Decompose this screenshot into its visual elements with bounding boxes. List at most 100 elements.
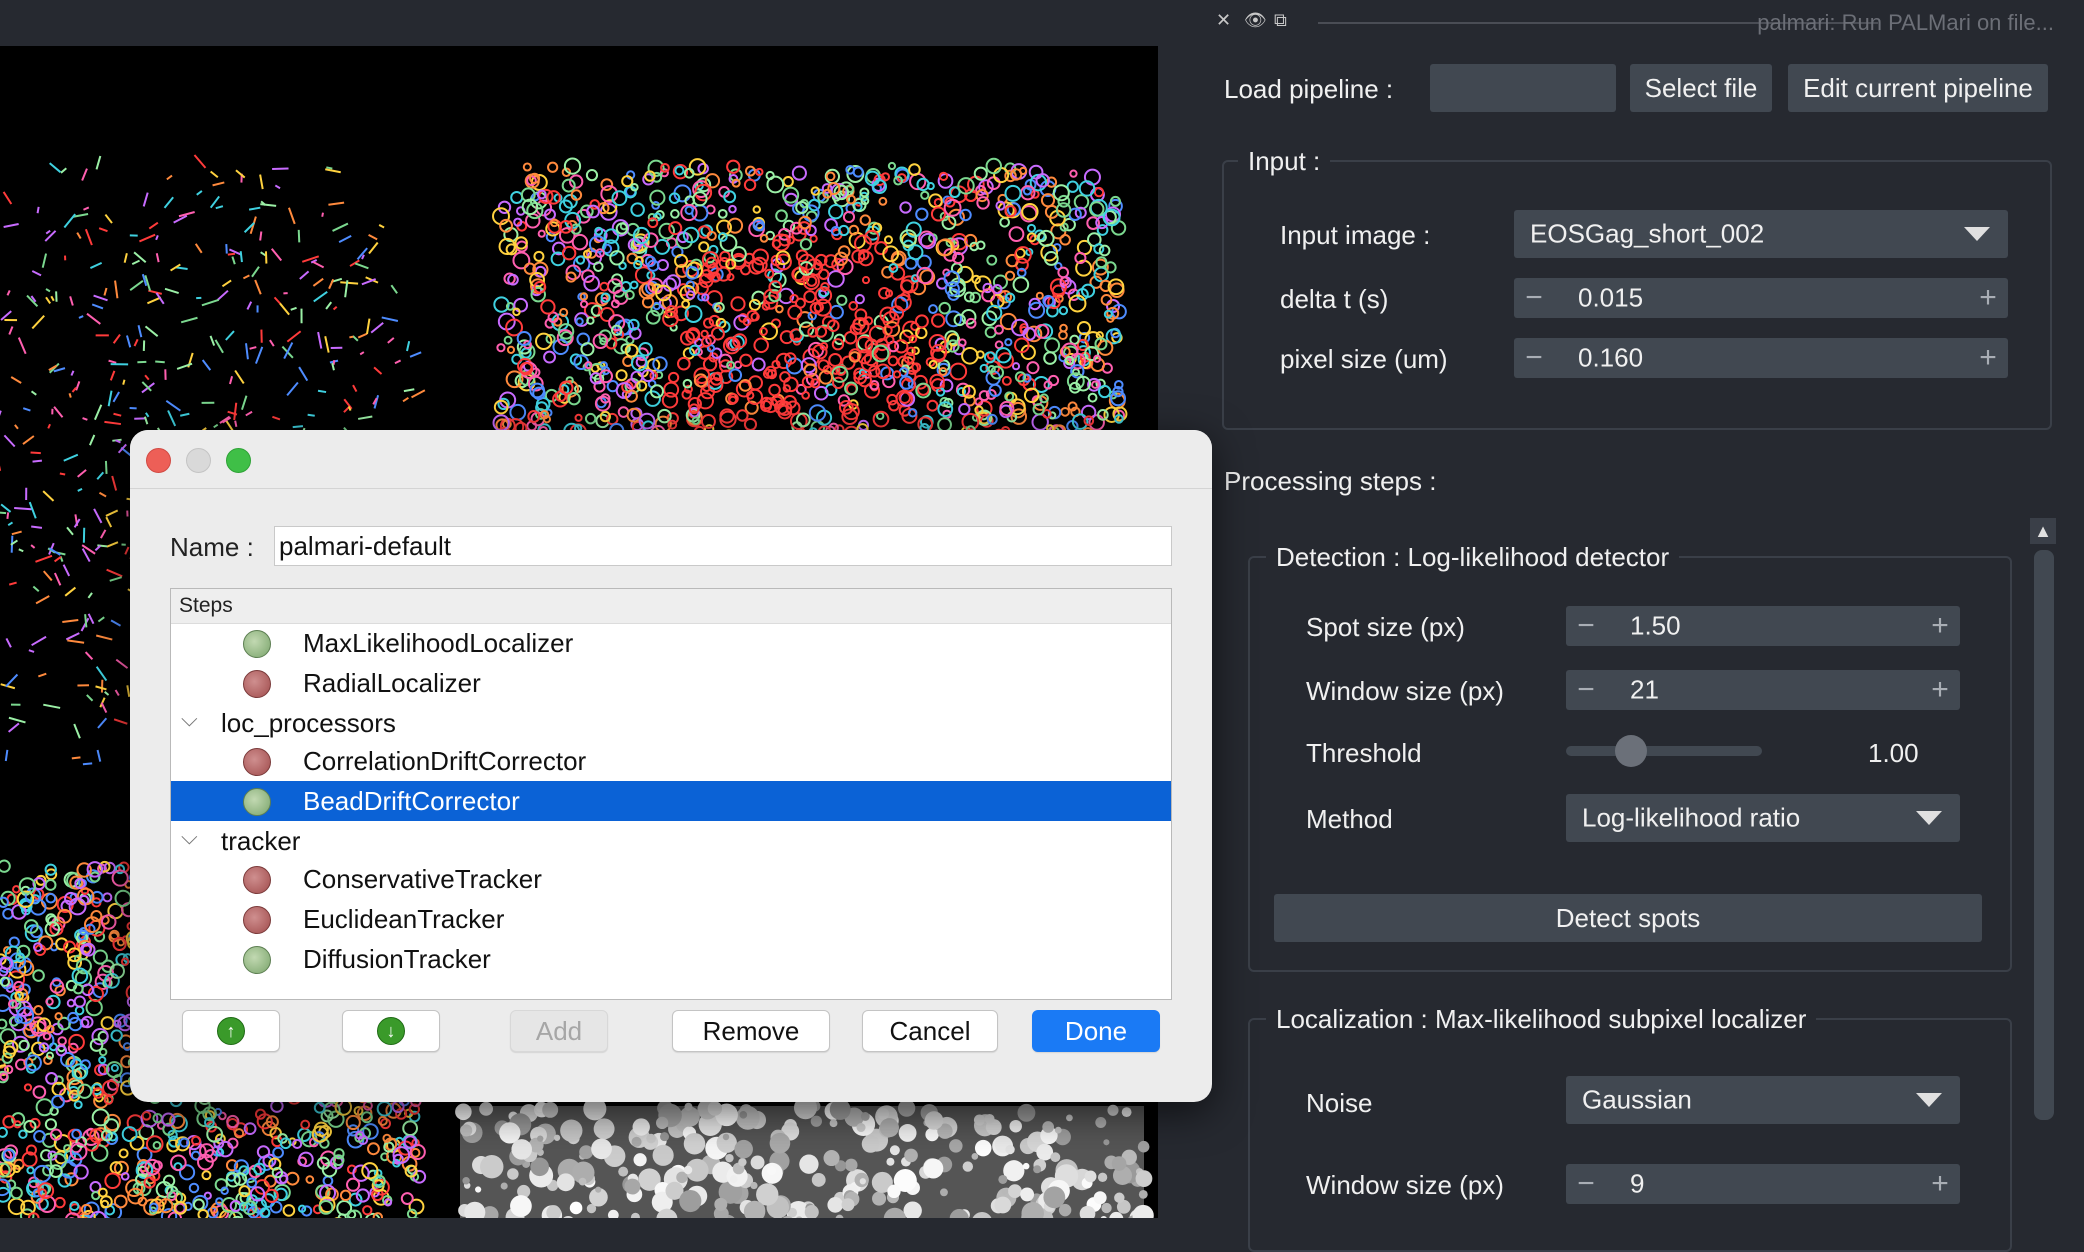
minus-icon[interactable]: − [1566, 1164, 1606, 1204]
localization-marker [94, 950, 107, 963]
raw-spot [460, 1124, 472, 1136]
add-button[interactable]: Add [510, 1010, 608, 1052]
edit-pipeline-button[interactable]: Edit current pipeline [1788, 64, 2048, 112]
remove-button[interactable]: Remove [672, 1010, 830, 1052]
plus-icon[interactable]: + [1968, 278, 2008, 318]
raw-spot [656, 1117, 668, 1129]
track-segment [92, 304, 103, 308]
raw-spot [595, 1187, 601, 1193]
select-file-button[interactable]: Select file [1630, 64, 1772, 112]
float-icon[interactable]: ⧉ [1274, 10, 1287, 31]
track-segment [106, 517, 111, 527]
track-segment [155, 361, 165, 362]
track-segment [61, 168, 66, 173]
done-button[interactable]: Done [1032, 1010, 1160, 1052]
localization-marker [10, 937, 19, 946]
scroll-thumb[interactable] [2034, 550, 2054, 1120]
pipeline-path-field[interactable] [1430, 64, 1616, 112]
eye-icon[interactable]: 👁 [1244, 10, 1267, 31]
localization-marker [527, 203, 542, 218]
delta-t-value: 0.015 [1578, 283, 1643, 314]
tree-step-row[interactable]: CorrelationDriftCorrector [171, 741, 1171, 781]
localization-marker [745, 180, 755, 190]
chevron-down-icon[interactable]: ⌵ [181, 824, 198, 850]
close-icon[interactable]: ✕ [1216, 10, 1231, 31]
localization-marker [929, 305, 937, 313]
raw-spot [570, 1202, 583, 1215]
localization-marker [659, 224, 674, 239]
move-up-button[interactable]: ↑ [182, 1010, 280, 1052]
pipeline-name-input[interactable]: palmari-default [274, 526, 1172, 566]
loc-window-size-spinbox[interactable]: − 9 + [1566, 1164, 1960, 1204]
tree-step-label: BeadDriftCorrector [303, 786, 520, 817]
cancel-button[interactable]: Cancel [862, 1010, 998, 1052]
chevron-down-icon[interactable]: ⌵ [181, 706, 198, 732]
track-segment [65, 588, 75, 596]
localization-marker [273, 1148, 283, 1158]
minus-icon[interactable]: − [1566, 606, 1606, 646]
raw-spot [925, 1111, 943, 1129]
localization-marker [909, 164, 920, 175]
track-segment [329, 279, 333, 288]
plus-icon[interactable]: + [1968, 338, 2008, 378]
slider-handle[interactable] [1615, 735, 1647, 767]
track-segment [374, 367, 381, 374]
localization-marker [584, 276, 599, 291]
track-segment [127, 685, 129, 696]
track-segment [1, 504, 10, 512]
threshold-slider[interactable] [1566, 744, 1762, 758]
localization-marker [341, 1191, 350, 1200]
localization-marker [876, 365, 890, 379]
close-window-button[interactable] [146, 448, 171, 473]
input-group-title: Input : [1238, 146, 1330, 177]
raw-spot [1008, 1184, 1022, 1198]
track-segment [275, 297, 280, 303]
noise-combobox[interactable]: Gaussian [1566, 1076, 1960, 1124]
spot-size-spinbox[interactable]: − 1.50 + [1566, 606, 1960, 646]
tree-step-row[interactable]: BeadDriftCorrector [171, 781, 1171, 821]
track-segment [328, 203, 344, 205]
move-down-button[interactable]: ↓ [342, 1010, 440, 1052]
track-segment [275, 185, 280, 188]
track-segment [31, 545, 35, 548]
track-segment [116, 690, 119, 695]
localization-marker [75, 996, 85, 1006]
tree-step-row[interactable]: DiffusionTracker [171, 939, 1171, 979]
tree-group-row[interactable]: ⌵loc_processors [171, 703, 1171, 743]
localization-marker [118, 939, 124, 945]
tree-step-row[interactable]: RadialLocalizer [171, 663, 1171, 703]
localization-marker [1090, 202, 1104, 216]
track-segment [110, 577, 122, 581]
tree-group-row[interactable]: ⌵tracker [171, 821, 1171, 861]
input-image-combobox[interactable]: EOSGag_short_002 [1514, 210, 2008, 258]
track-segment [4, 435, 14, 446]
minus-icon[interactable]: − [1566, 670, 1606, 710]
tree-step-row[interactable]: ConservativeTracker [171, 859, 1171, 899]
window-size-spinbox[interactable]: − 21 + [1566, 670, 1960, 710]
scroll-up-icon[interactable]: ▲ [2030, 518, 2056, 544]
tree-step-row[interactable]: EuclideanTracker [171, 899, 1171, 939]
localization-marker [877, 413, 883, 419]
plus-icon[interactable]: + [1920, 606, 1960, 646]
localization-marker [1059, 331, 1067, 339]
localization-marker [565, 158, 580, 173]
localization-marker [887, 395, 896, 404]
steps-tree[interactable]: Steps MaxLikelihoodLocalizerRadialLocali… [170, 588, 1172, 1000]
detect-spots-button[interactable]: Detect spots [1274, 894, 1982, 942]
localization-marker [600, 283, 608, 291]
localization-marker [996, 341, 1003, 348]
minus-icon[interactable]: − [1514, 338, 1554, 378]
zoom-window-button[interactable] [226, 448, 251, 473]
tree-step-row[interactable]: MaxLikelihoodLocalizer [171, 623, 1171, 663]
localization-marker [194, 1200, 204, 1210]
minimize-window-button[interactable] [186, 448, 211, 473]
track-segment [72, 388, 76, 392]
raw-spot [842, 1198, 855, 1211]
pixel-size-spinbox[interactable]: − 0.160 + [1514, 338, 2008, 378]
plus-icon[interactable]: + [1920, 670, 1960, 710]
plus-icon[interactable]: + [1920, 1164, 1960, 1204]
track-segment [72, 757, 81, 758]
delta-t-spinbox[interactable]: − 0.015 + [1514, 278, 2008, 318]
method-combobox[interactable]: Log-likelihood ratio [1566, 794, 1960, 842]
minus-icon[interactable]: − [1514, 278, 1554, 318]
